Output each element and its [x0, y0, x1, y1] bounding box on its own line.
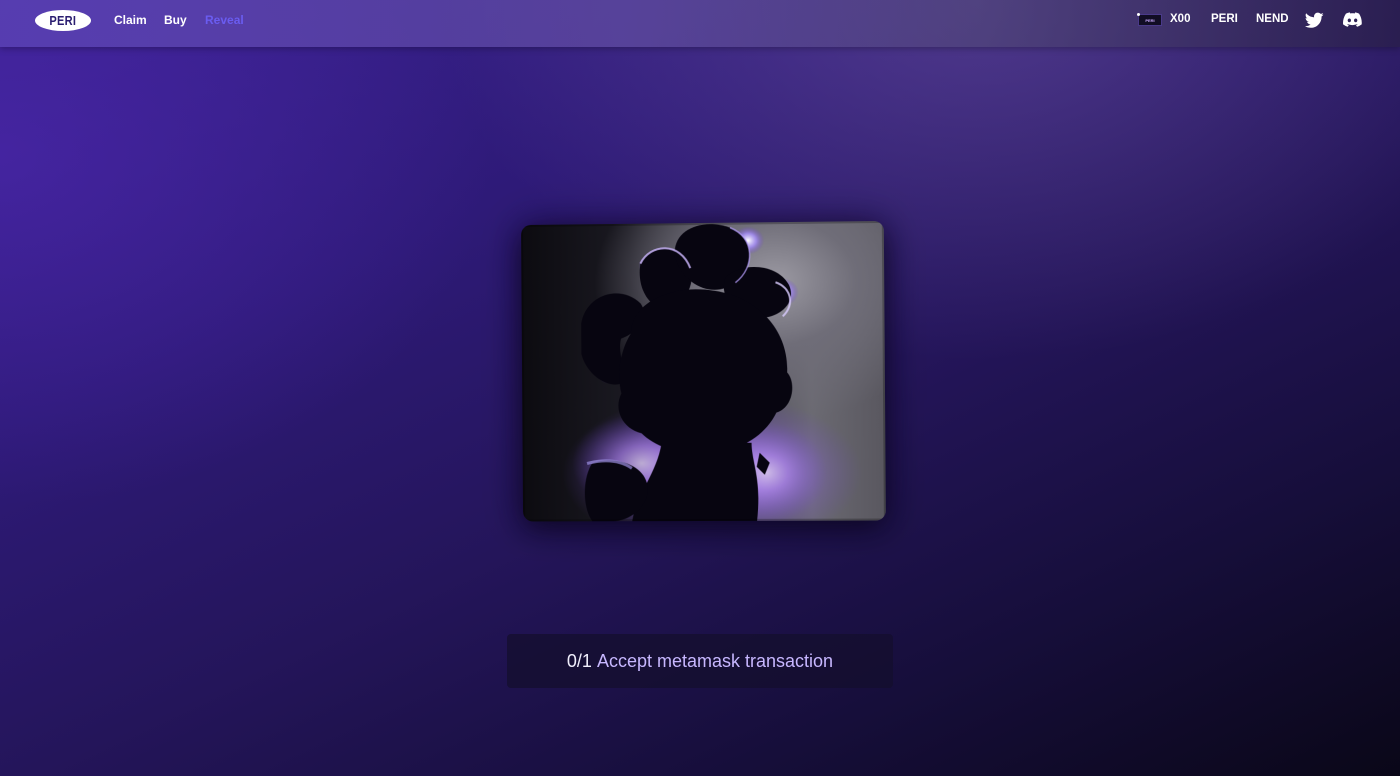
logo-text: PERI [49, 13, 77, 28]
nav-link-buy[interactable]: Buy [164, 13, 187, 27]
status-message: Accept metamask transaction [596, 650, 834, 671]
transaction-status: 0/1 Accept metamask transaction [507, 634, 893, 688]
token-chip-icon: PERI [1137, 13, 1162, 26]
twitter-icon[interactable] [1304, 12, 1324, 29]
silhouette-illustration [521, 221, 886, 522]
token-chip-text: PERI [1145, 17, 1155, 23]
nend-balance-link[interactable]: NEND [1256, 13, 1289, 25]
status-count: 0/1 [566, 650, 592, 671]
token-count[interactable]: X00 [1170, 13, 1190, 25]
top-nav: PERI Claim Buy Reveal PERI X00 PERI NEND [0, 0, 1400, 47]
nav-link-reveal[interactable]: Reveal [205, 13, 244, 27]
nav-link-claim[interactable]: Claim [114, 13, 147, 27]
peri-logo[interactable]: PERI [35, 10, 91, 31]
discord-icon[interactable] [1343, 12, 1362, 29]
peri-balance-link[interactable]: PERI [1211, 13, 1238, 25]
reveal-card [521, 220, 886, 522]
